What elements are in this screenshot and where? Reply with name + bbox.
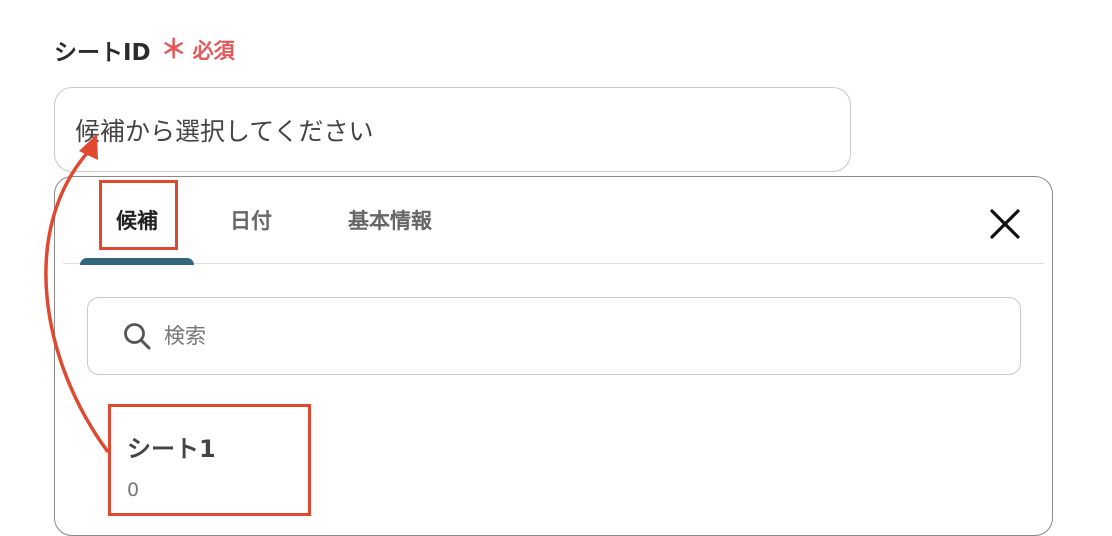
required-star-icon: ＊ [160, 35, 187, 65]
field-label-text: シートID [54, 40, 151, 66]
option-value: 0 [127, 479, 140, 501]
search-field [87, 297, 1021, 375]
tab-label: 日付 [230, 209, 272, 233]
select-placeholder: 候補から選択してください [75, 116, 374, 146]
active-tab-indicator [80, 258, 194, 265]
option-title: シート1 [127, 435, 216, 463]
tab-label: 候補 [116, 209, 158, 233]
dropdown-panel: 候補 日付 基本情報 シート1 0 [54, 176, 1053, 536]
close-icon[interactable] [988, 207, 1022, 241]
sheet-id-select[interactable]: 候補から選択してください [54, 87, 851, 172]
list-item[interactable]: シート1 0 [127, 409, 297, 509]
required-text: 必須 [192, 39, 235, 63]
tab-bar: 候補 日付 基本情報 [63, 177, 1044, 265]
tab-date[interactable]: 日付 [211, 177, 291, 263]
tab-label: 基本情報 [348, 209, 432, 233]
search-input[interactable] [162, 323, 966, 349]
search-icon [122, 321, 152, 351]
tab-basic-info[interactable]: 基本情報 [325, 177, 455, 263]
field-label: シートID ＊ 必須 [54, 33, 235, 67]
tab-candidates[interactable]: 候補 [80, 177, 194, 263]
